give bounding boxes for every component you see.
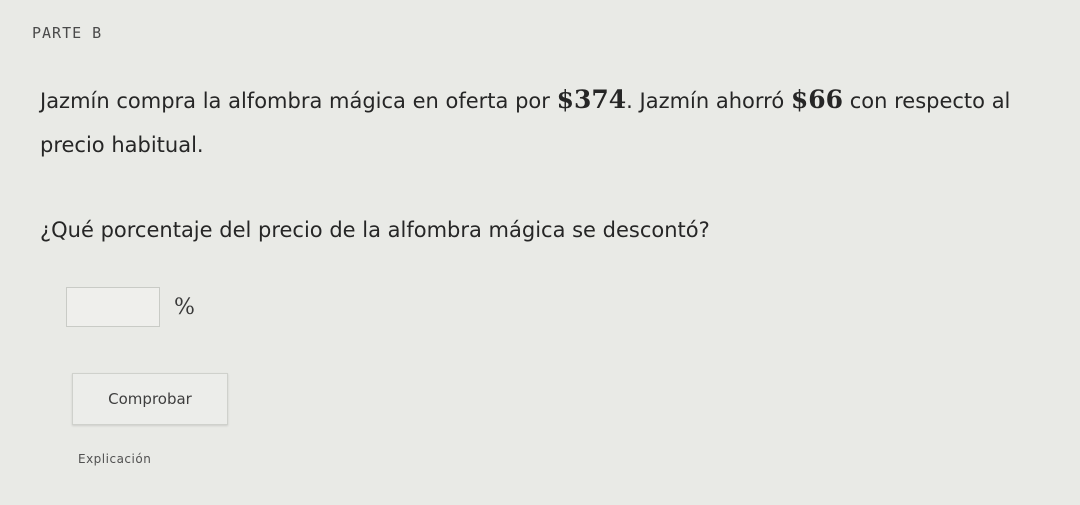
problem-statement: Jazmín compra la alfombra mágica en ofer… bbox=[40, 78, 1050, 167]
problem-text-2: . Jazmín ahorró bbox=[626, 89, 791, 113]
percent-answer-input[interactable] bbox=[66, 287, 160, 327]
percent-sign: % bbox=[174, 294, 195, 320]
question-text: ¿Qué porcentaje del precio de la alfombr… bbox=[40, 218, 710, 242]
explanation-link[interactable]: Explicación bbox=[78, 452, 151, 466]
savings-amount: $66 bbox=[790, 85, 844, 114]
check-button[interactable]: Comprobar bbox=[72, 373, 228, 425]
answer-row: % bbox=[66, 287, 195, 327]
sale-price: $374 bbox=[556, 85, 627, 114]
part-label: PARTE B bbox=[32, 24, 103, 42]
problem-text-1: Jazmín compra la alfombra mágica en ofer… bbox=[40, 89, 557, 113]
